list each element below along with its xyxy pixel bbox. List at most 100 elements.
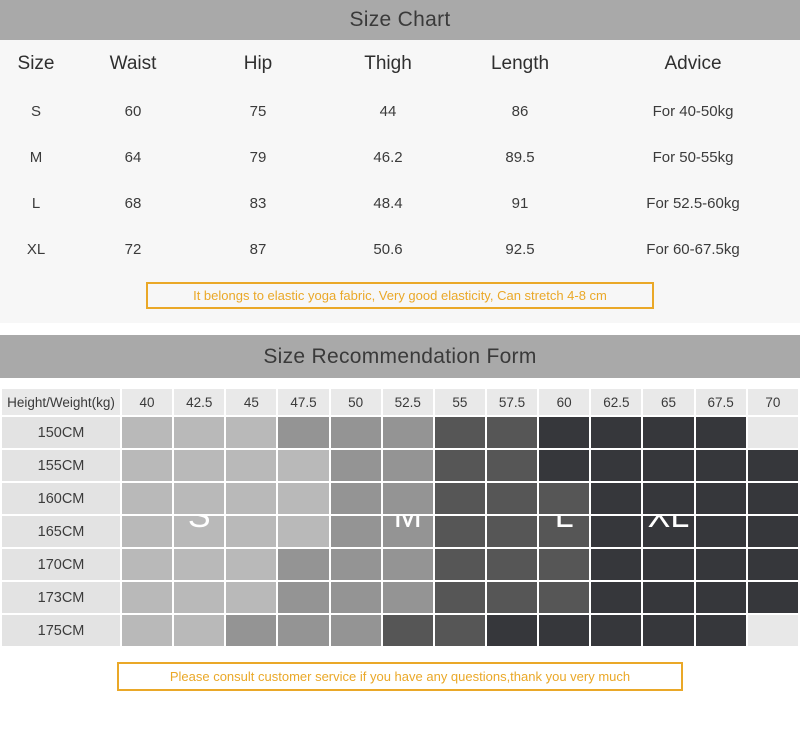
recommendation-cell[interactable] [591,516,641,547]
recommendation-cell[interactable] [278,582,328,613]
recommendation-cell[interactable] [591,450,641,481]
recommendation-cell[interactable] [226,516,276,547]
recommendation-cell[interactable] [748,483,798,514]
recommendation-cell[interactable] [331,450,381,481]
recommendation-row: 160CM [2,483,798,514]
recommendation-cell[interactable] [174,582,224,613]
recommendation-cell[interactable] [435,549,485,580]
recommendation-cell[interactable]: L [539,516,589,547]
recommendation-cell[interactable] [383,483,433,514]
recommendation-cell[interactable] [278,483,328,514]
recommendation-cell[interactable] [435,615,485,646]
recommendation-cell[interactable]: XL [643,516,693,547]
recommendation-cell[interactable] [383,549,433,580]
recommendation-cell[interactable] [696,615,746,646]
recommendation-cell[interactable] [174,450,224,481]
recommendation-cell[interactable] [331,483,381,514]
recommendation-cell[interactable] [174,483,224,514]
recommendation-cell[interactable] [487,516,537,547]
recommendation-cell[interactable] [122,516,172,547]
recommendation-cell[interactable]: S [174,516,224,547]
recommendation-cell[interactable] [487,549,537,580]
size-chart-body: S60754486For 40-50kgM647946.289.5For 50-… [0,88,800,272]
recommendation-cell[interactable] [435,417,485,448]
recommendation-cell[interactable] [174,549,224,580]
recommendation-cell[interactable] [435,450,485,481]
recommendation-cell[interactable] [643,417,693,448]
recommendation-cell[interactable] [643,615,693,646]
recommendation-cell[interactable] [174,615,224,646]
recommendation-cell[interactable] [278,549,328,580]
recommendation-cell[interactable] [331,582,381,613]
size-chart-row: S60754486For 40-50kg [0,88,800,134]
recommendation-cell[interactable] [278,450,328,481]
recommendation-cell[interactable] [122,483,172,514]
recommendation-cell[interactable] [331,516,381,547]
size-chart-row: M647946.289.5For 50-55kg [0,134,800,180]
recommendation-cell[interactable] [331,615,381,646]
recommendation-cell[interactable] [487,483,537,514]
recommendation-cell[interactable] [487,450,537,481]
recommendation-cell[interactable] [226,483,276,514]
weight-column-header: 50 [331,389,381,415]
recommendation-cell[interactable] [122,450,172,481]
recommendation-cell[interactable] [435,483,485,514]
size-chart-cell-waist: 64 [72,134,194,180]
recommendation-cell[interactable] [591,417,641,448]
recommendation-cell[interactable] [331,417,381,448]
recommendation-cell[interactable] [226,450,276,481]
recommendation-cell[interactable] [539,483,589,514]
recommendation-cell[interactable] [748,549,798,580]
recommendation-cell[interactable] [643,450,693,481]
recommendation-cell[interactable] [696,417,746,448]
recommendation-cell[interactable] [539,582,589,613]
recommendation-cell[interactable] [696,516,746,547]
recommendation-cell[interactable] [122,549,172,580]
recommendation-cell[interactable] [539,615,589,646]
recommendation-cell[interactable] [383,450,433,481]
recommendation-cell[interactable] [278,516,328,547]
recommendation-cell[interactable] [748,417,798,448]
recommendation-cell[interactable] [278,417,328,448]
recommendation-cell[interactable] [748,582,798,613]
weight-column-header: 65 [643,389,693,415]
recommendation-cell[interactable] [748,450,798,481]
recommendation-cell[interactable] [591,582,641,613]
recommendation-cell[interactable] [591,483,641,514]
recommendation-cell[interactable] [696,483,746,514]
size-chart-cell-size: S [0,88,72,134]
recommendation-cell[interactable] [331,549,381,580]
recommendation-cell[interactable] [748,516,798,547]
recommendation-cell[interactable] [748,615,798,646]
recommendation-cell[interactable] [487,615,537,646]
recommendation-cell[interactable] [122,582,172,613]
recommendation-body: 150CM155CM160CM165CMSMLXL170CM173CM175CM [2,417,798,646]
recommendation-cell[interactable] [383,615,433,646]
recommendation-cell[interactable] [539,549,589,580]
recommendation-cell[interactable] [122,417,172,448]
recommendation-cell[interactable] [122,615,172,646]
recommendation-cell[interactable] [487,582,537,613]
recommendation-cell[interactable] [539,450,589,481]
recommendation-cell[interactable] [696,582,746,613]
recommendation-cell[interactable] [591,615,641,646]
recommendation-cell[interactable] [643,549,693,580]
recommendation-cell[interactable] [591,549,641,580]
recommendation-cell[interactable] [383,417,433,448]
recommendation-cell[interactable] [487,417,537,448]
recommendation-cell[interactable] [226,549,276,580]
recommendation-cell[interactable] [643,582,693,613]
recommendation-cell[interactable] [696,549,746,580]
recommendation-cell[interactable] [226,582,276,613]
recommendation-cell[interactable]: M [383,516,433,547]
recommendation-cell[interactable] [435,516,485,547]
recommendation-cell[interactable] [643,483,693,514]
recommendation-cell[interactable] [539,417,589,448]
recommendation-cell[interactable] [226,417,276,448]
recommendation-cell[interactable] [696,450,746,481]
recommendation-cell[interactable] [383,582,433,613]
recommendation-cell[interactable] [435,582,485,613]
recommendation-cell[interactable] [226,615,276,646]
recommendation-cell[interactable] [278,615,328,646]
recommendation-cell[interactable] [174,417,224,448]
